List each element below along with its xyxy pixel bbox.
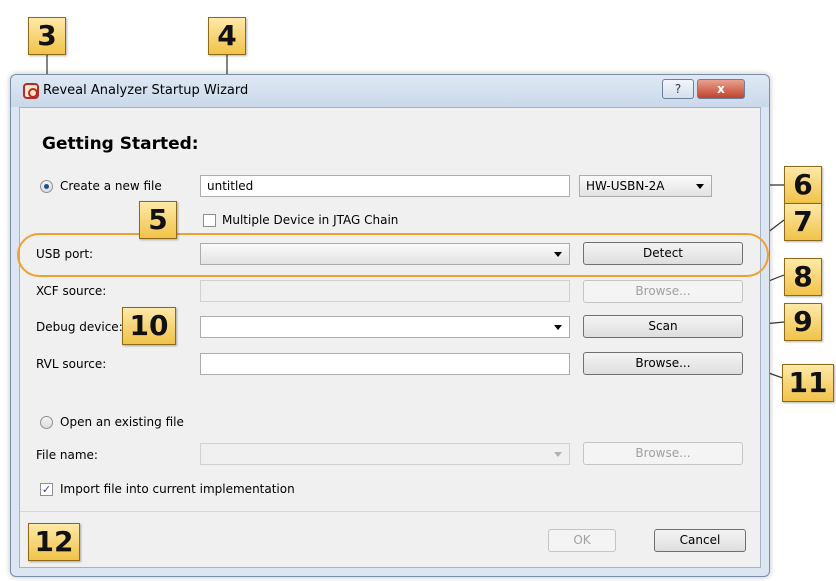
open-existing-file-radio[interactable] <box>40 416 53 429</box>
callout-4: 4 <box>208 17 246 55</box>
import-file-label: Import file into current implementation <box>60 482 295 496</box>
import-file-checkbox[interactable]: ✓ <box>40 483 53 496</box>
xcf-source-input[interactable] <box>200 280 570 302</box>
chevron-down-icon <box>554 252 562 257</box>
cable-select-value: HW-USBN-2A <box>586 179 665 193</box>
detect-button[interactable]: Detect <box>583 242 743 265</box>
chevron-down-icon <box>554 325 562 330</box>
chevron-down-icon <box>554 452 562 457</box>
rvl-source-input[interactable] <box>200 353 570 375</box>
usb-port-label: USB port: <box>36 247 94 261</box>
callout-7: 7 <box>784 203 822 241</box>
open-existing-file-label: Open an existing file <box>60 415 184 429</box>
window-title: Reveal Analyzer Startup Wizard <box>43 83 249 98</box>
checkmark-icon: ✓ <box>41 483 52 496</box>
ok-button[interactable]: OK <box>548 529 616 552</box>
callout-6: 6 <box>784 166 822 204</box>
scan-button[interactable]: Scan <box>583 315 743 338</box>
app-logo-icon <box>23 83 39 99</box>
callout-9: 9 <box>784 303 822 341</box>
multiple-device-checkbox[interactable] <box>203 214 216 227</box>
callout-3: 3 <box>28 17 66 55</box>
page-title: Getting Started: <box>42 134 199 154</box>
callout-8: 8 <box>784 258 822 296</box>
chevron-down-icon <box>696 184 704 189</box>
file-browse-button[interactable]: Browse... <box>583 442 743 465</box>
xcf-browse-button[interactable]: Browse... <box>583 280 743 303</box>
callout-5: 5 <box>139 201 177 239</box>
debug-device-select[interactable] <box>200 316 570 338</box>
debug-device-label: Debug device: <box>36 320 123 334</box>
rvl-source-label: RVL source: <box>36 357 107 371</box>
callout-12: 12 <box>28 523 80 561</box>
create-new-file-label: Create a new file <box>60 179 162 193</box>
cable-select[interactable]: HW-USBN-2A <box>579 175 712 197</box>
callout-11: 11 <box>782 364 834 402</box>
title-bar: Reveal Analyzer Startup Wizard ? x <box>11 75 769 107</box>
multiple-device-label: Multiple Device in JTAG Chain <box>222 213 399 227</box>
new-file-name-input[interactable]: untitled <box>200 175 570 197</box>
create-new-file-radio[interactable] <box>40 180 53 193</box>
close-button[interactable]: x <box>697 79 745 99</box>
callout-10: 10 <box>122 307 176 345</box>
xcf-source-label: XCF source: <box>36 284 107 298</box>
file-name-label: File name: <box>36 448 98 462</box>
rvl-browse-button[interactable]: Browse... <box>583 352 743 375</box>
dialog-footer: OK Cancel <box>20 511 760 567</box>
file-name-select[interactable] <box>200 443 570 465</box>
usb-port-select[interactable] <box>200 243 570 265</box>
help-button[interactable]: ? <box>662 79 694 99</box>
cancel-button[interactable]: Cancel <box>654 529 746 552</box>
